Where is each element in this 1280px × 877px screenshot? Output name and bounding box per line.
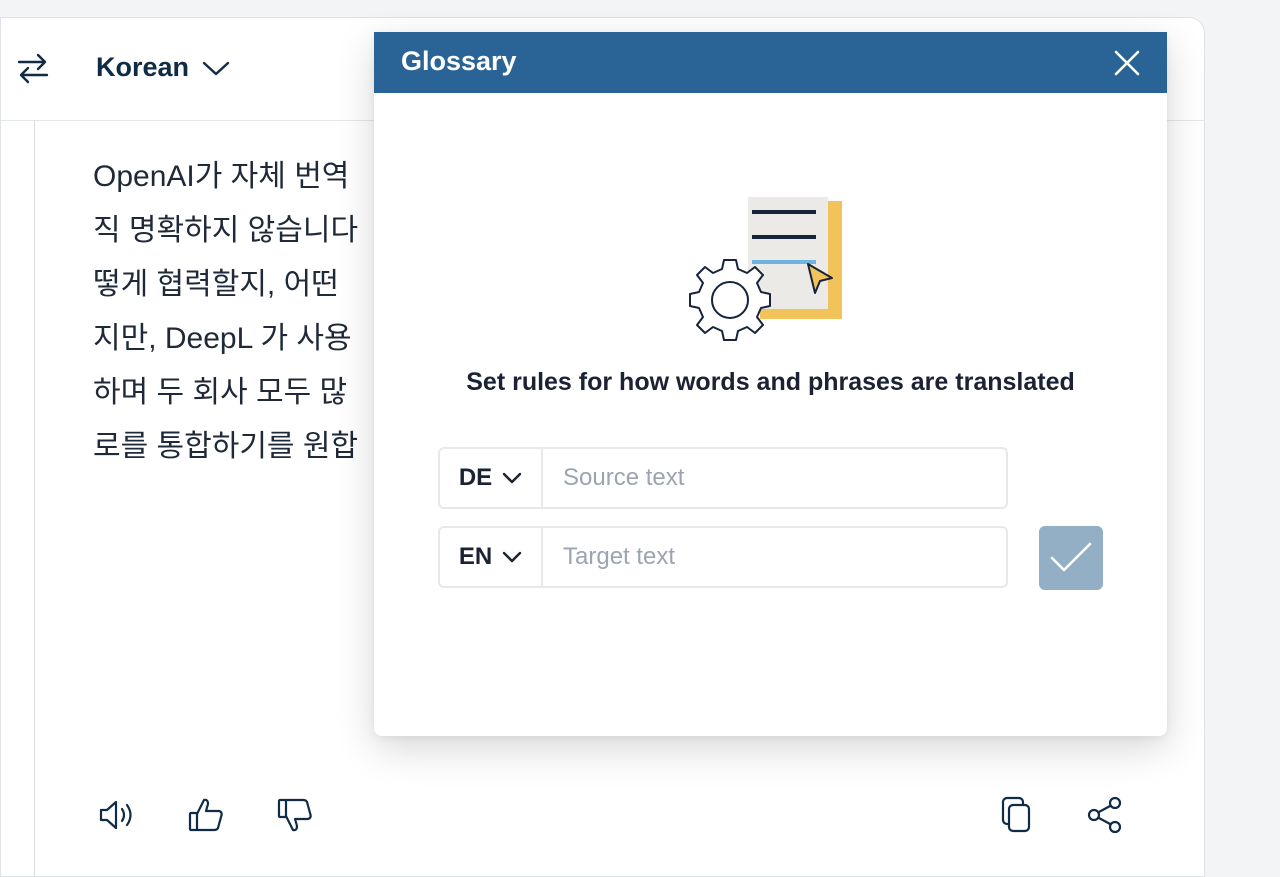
target-text-input[interactable]: [543, 528, 1006, 586]
listen-button[interactable]: [97, 795, 137, 835]
copy-icon: [1001, 796, 1031, 833]
glossary-illustration: [686, 197, 846, 347]
translation-line: 떻게 협력할지, 어떤: [93, 268, 339, 301]
target-entry-row: EN: [438, 526, 1008, 588]
thumbs-down-icon: [277, 798, 312, 832]
source-language-selector[interactable]: DE: [440, 449, 543, 507]
target-language-selector[interactable]: Korean: [96, 52, 231, 83]
share-button[interactable]: [1085, 795, 1125, 835]
glossary-dialog-header: Glossary: [374, 32, 1167, 93]
thumbs-up-button[interactable]: [186, 795, 226, 835]
translation-line: OpenAI가 자체 번역: [93, 160, 350, 193]
glossary-dialog: Glossary Set rules for how words and phr…: [374, 32, 1167, 736]
chevron-down-icon: [202, 61, 230, 75]
target-language-selector[interactable]: EN: [440, 528, 543, 586]
close-icon: [1114, 50, 1140, 76]
translation-line: 직 명확하지 않습니다: [93, 214, 359, 247]
divider: [34, 120, 35, 876]
swap-languages-button[interactable]: [13, 48, 53, 88]
thumbs-down-button[interactable]: [275, 795, 315, 835]
checkmark-icon: [1050, 542, 1092, 572]
glossary-description: Set rules for how words and phrases are …: [466, 368, 1075, 396]
thumbs-up-icon: [188, 798, 223, 832]
translation-line: 로를 통합하기를 원합: [93, 430, 359, 463]
swap-arrows-icon: [17, 53, 49, 84]
confirm-entry-button[interactable]: [1039, 526, 1103, 590]
translation-output[interactable]: OpenAI가 자체 번역 직 명확하지 않습니다 떻게 협력할지, 어떤 지만…: [93, 150, 393, 474]
translation-line: 지만, DeepL 가 사용: [93, 322, 352, 355]
chevron-down-icon: [502, 472, 522, 484]
close-button[interactable]: [1113, 49, 1141, 77]
source-text-input[interactable]: [543, 449, 1006, 507]
chevron-down-icon: [502, 551, 522, 563]
translation-line: 하며 두 회사 모두 많: [93, 376, 348, 409]
glossary-settings-icon: [689, 197, 842, 341]
target-language-label: Korean: [96, 52, 190, 82]
target-language-label: EN: [458, 543, 493, 570]
source-language-label: DE: [458, 464, 493, 491]
share-icon: [1087, 796, 1122, 834]
source-entry-row: DE: [438, 447, 1008, 509]
copy-button[interactable]: [997, 795, 1037, 835]
speaker-icon: [99, 800, 132, 830]
glossary-title: Glossary: [401, 46, 517, 76]
